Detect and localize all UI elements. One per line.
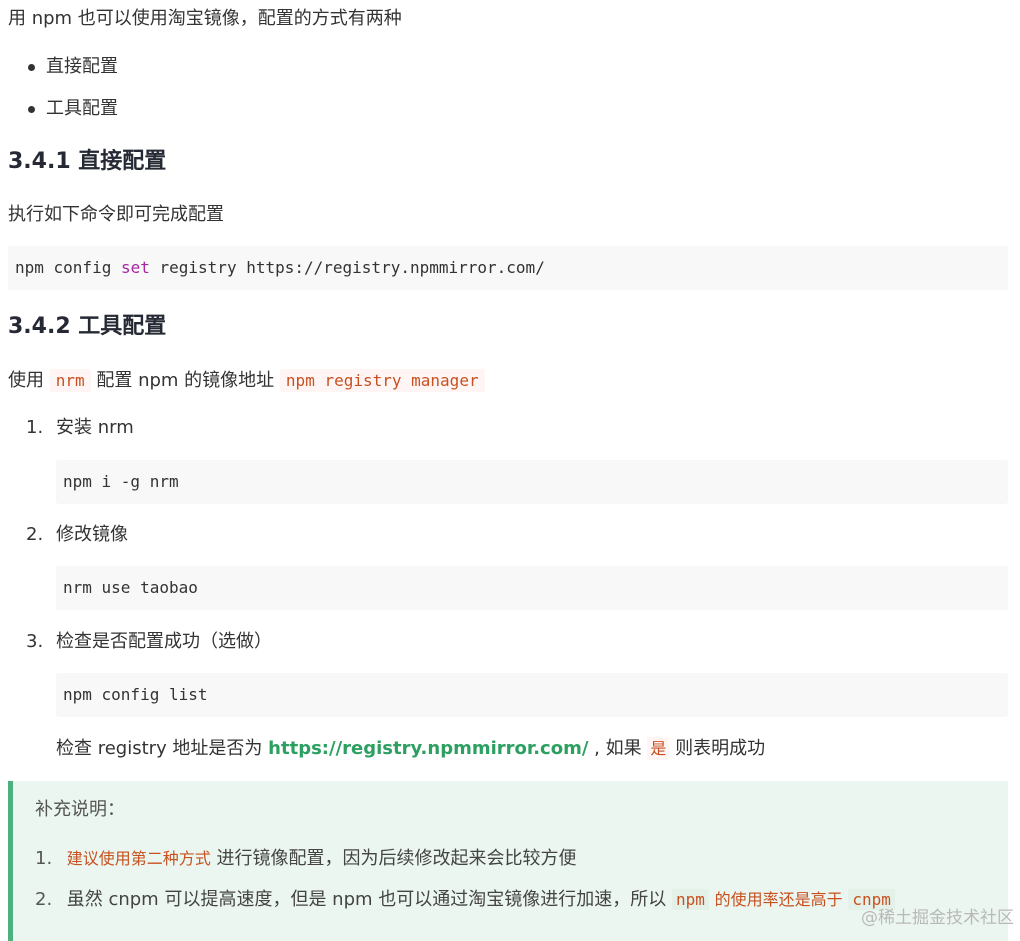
note-emphasis: 建议使用第二种方式 — [66, 849, 211, 868]
method-list: 直接配置 工具配置 — [8, 52, 118, 136]
bullet-icon — [28, 64, 35, 71]
inline-code-npm-registry-manager: npm registry manager — [279, 369, 485, 392]
check-text: 检查 registry 地址是否为 https://registry.npmmi… — [56, 737, 766, 760]
heading-tool-config: 3.4.2 工具配置 — [8, 314, 167, 339]
list-item-label: 直接配置 — [46, 56, 118, 77]
list-item-label: 工具配置 — [46, 98, 118, 119]
list-item: 直接配置 — [8, 52, 118, 94]
section1-text: 执行如下命令即可完成配置 — [8, 204, 224, 225]
list-item: 工具配置 — [8, 94, 118, 136]
section2-text: 使用 nrm 配置 npm 的镜像地址 npm registry manager — [8, 366, 485, 396]
inline-code-nrm: nrm — [49, 369, 91, 392]
code-block-config-list[interactable]: npm config list — [56, 673, 1008, 717]
note-item-2: 2. 虽然 cnpm 可以提高速度，但是 npm 也可以通过淘宝镜像进行加速，所… — [35, 885, 895, 915]
inline-code-yes: 是 — [647, 737, 670, 760]
note-item-1: 1. 建议使用第二种方式 进行镜像配置，因为后续修改起来会比较方便 — [35, 848, 577, 869]
bullet-icon — [28, 106, 35, 113]
heading-direct-config: 3.4.1 直接配置 — [8, 149, 167, 174]
note-blockquote: 补充说明： 1. 建议使用第二种方式 进行镜像配置，因为后续修改起来会比较方便 … — [8, 781, 1008, 941]
note-emphasis: 的使用率还是高于 — [714, 890, 843, 909]
watermark: @稀土掘金技术社区 — [861, 908, 1014, 928]
code-block-registry[interactable]: npm config set registry https://registry… — [8, 246, 1008, 290]
registry-link[interactable]: https://registry.npmmirror.com/ — [268, 738, 588, 759]
code-keyword: set — [120, 258, 150, 277]
code-block-install-nrm[interactable]: npm i -g nrm — [56, 460, 1008, 504]
intro-text: 用 npm 也可以使用淘宝镜像，配置的方式有两种 — [8, 8, 402, 29]
code-block-use-taobao[interactable]: nrm use taobao — [56, 566, 1008, 610]
note-title: 补充说明： — [35, 799, 125, 820]
inline-code-npm: npm — [672, 889, 709, 910]
